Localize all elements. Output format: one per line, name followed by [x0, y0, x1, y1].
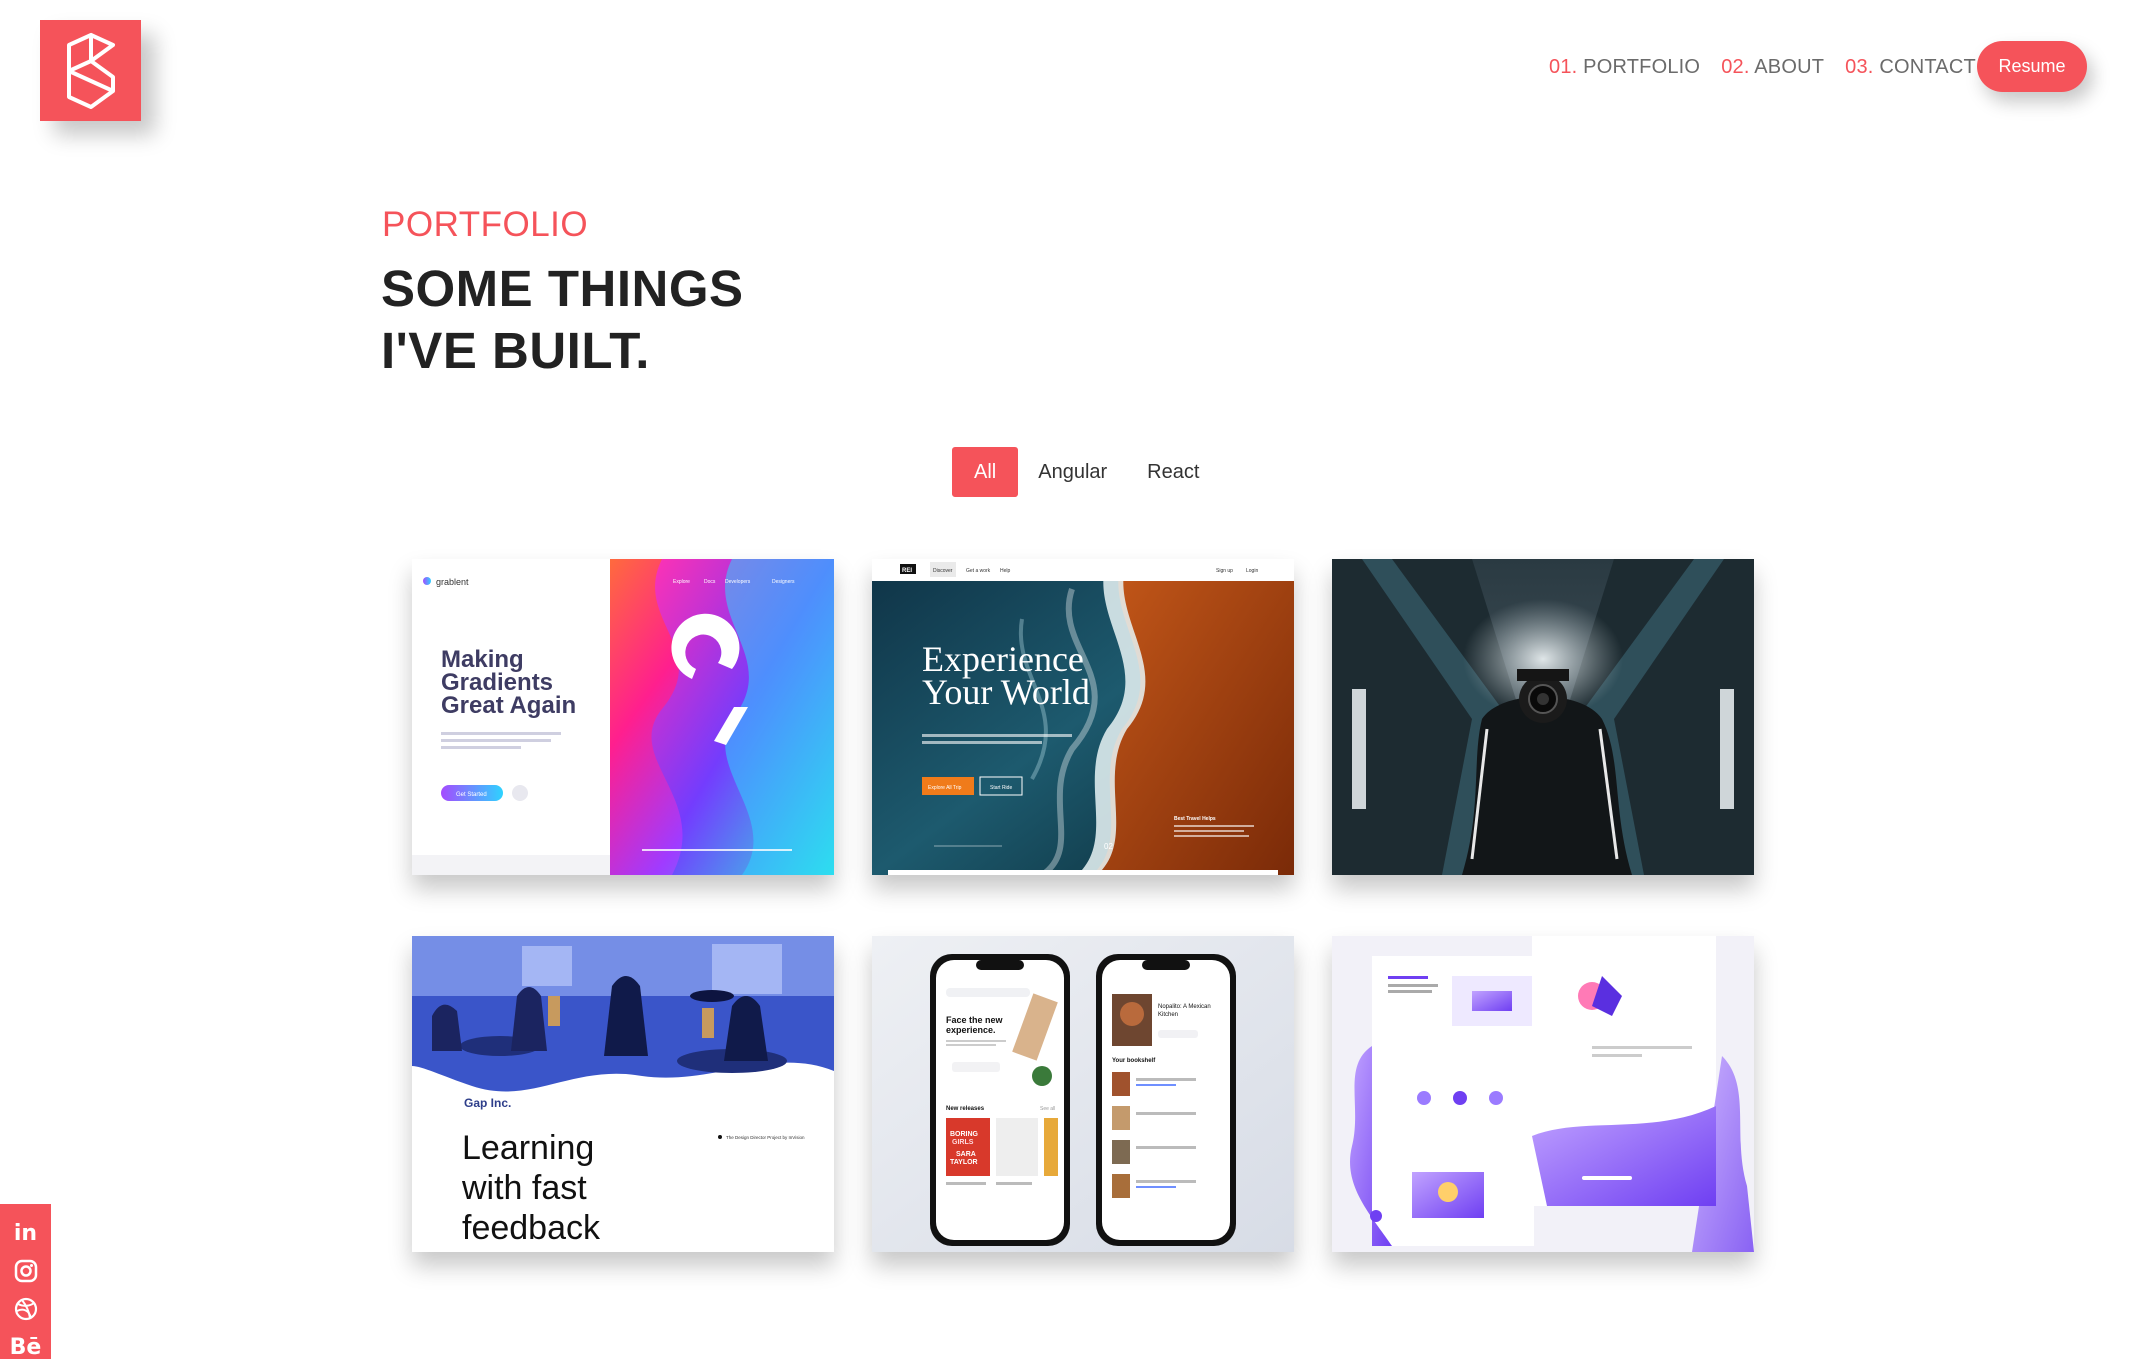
dribbble-icon[interactable]: [11, 1294, 41, 1324]
project-card-grablent[interactable]: grablent Explore Docs Developers Designe…: [412, 559, 834, 875]
portfolio-filters: All Angular React: [952, 447, 1219, 497]
travel-title-2: Your World: [922, 672, 1090, 712]
travel-counter: 02: [1104, 842, 1113, 851]
k-monogram-icon: [66, 32, 115, 109]
gap-title-3: feedback: [462, 1209, 601, 1247]
nav-item-portfolio[interactable]: 01. PORTFOLIO: [1549, 56, 1700, 79]
behance-icon[interactable]: Bē: [9, 1332, 42, 1359]
project-thumbnail: Face the new experience. New releases Se…: [872, 936, 1294, 1252]
nav-item-about[interactable]: 02. ABOUT: [1721, 56, 1824, 79]
project-thumbnail: [1332, 936, 1754, 1252]
travel-cta-2: Start Ride: [990, 785, 1012, 791]
thumb-nav-item: Developers: [725, 579, 751, 585]
resume-button[interactable]: Resume: [1977, 41, 2087, 92]
instagram-glyph: [14, 1259, 37, 1283]
gap-title-2: with fast: [461, 1169, 587, 1207]
thumb-nav-item: Help: [1000, 568, 1011, 574]
behance-label: Bē: [9, 1334, 42, 1359]
thumb-nav-item: Sign up: [1216, 568, 1233, 574]
project-thumbnail: grablent Explore Docs Developers Designe…: [412, 559, 834, 875]
project-card-photographer[interactable]: [1332, 559, 1754, 875]
travel-panel-title: Best Travel Helps: [1174, 816, 1216, 822]
section-headline: SOME THINGS I'VE BUILT.: [381, 258, 744, 382]
grablent-brand: grablent: [436, 577, 469, 587]
thumb-nav-item: Discover: [933, 568, 953, 574]
social-bar: in Bē: [0, 1204, 51, 1359]
book-cover-text: SARA: [956, 1151, 976, 1158]
filter-react[interactable]: React: [1127, 447, 1219, 497]
thumb-nav-item: Explore: [673, 579, 690, 585]
linkedin-icon[interactable]: in: [11, 1218, 41, 1248]
travel-cta-1: Explore All Trip: [928, 785, 962, 791]
thumb-nav-item: Get a work: [966, 568, 991, 574]
nav-item-contact[interactable]: 03. CONTACT: [1845, 56, 1976, 79]
project-card-gap[interactable]: Gap Inc. Learning with fast feedback The…: [412, 936, 834, 1252]
grablent-cta: Get Started: [456, 792, 487, 798]
gap-title-1: Learning: [462, 1129, 594, 1167]
grablent-title-3: Great Again: [441, 692, 576, 719]
books-phone2-title-1: Nopalito: A Mexican: [1158, 1004, 1211, 1010]
book-cover-text: BORING: [950, 1131, 979, 1138]
headline-line-1: SOME THINGS: [381, 260, 744, 317]
project-thumbnail: REI Discover Get a work Help Sign up Log…: [872, 559, 1294, 875]
project-thumbnail: Gap Inc. Learning with fast feedback The…: [412, 936, 834, 1252]
project-thumbnail: [1332, 559, 1754, 875]
linkedin-label: in: [13, 1220, 38, 1246]
gap-note: The Design Director Project by InVision: [726, 1135, 805, 1140]
thumb-nav-item: Login: [1246, 568, 1258, 574]
gap-brand: Gap Inc.: [464, 1096, 511, 1110]
dribbble-glyph: [14, 1297, 37, 1321]
thumb-nav-item: Docs: [704, 579, 716, 585]
filter-all[interactable]: All: [952, 447, 1019, 497]
books-heading-2: experience.: [946, 1025, 996, 1035]
instagram-icon[interactable]: [11, 1256, 41, 1286]
books-section: New releases: [946, 1106, 985, 1112]
books-heading-1: Face the new: [946, 1015, 1004, 1025]
books-phone2-title-2: Kitchen: [1158, 1012, 1178, 1018]
book-cover-text: TAYLOR: [950, 1159, 978, 1166]
rei-logo: REI: [902, 568, 912, 574]
site-logo[interactable]: [40, 20, 141, 121]
section-eyebrow: PORTFOLIO: [382, 205, 589, 244]
project-card-travel[interactable]: REI Discover Get a work Help Sign up Log…: [872, 559, 1294, 875]
books-phone2-section: Your bookshelf: [1112, 1058, 1156, 1064]
headline-line-2: I'VE BUILT.: [381, 322, 650, 379]
book-cover-text: GIRLS: [952, 1139, 974, 1146]
project-card-purple-landing[interactable]: [1332, 936, 1754, 1252]
books-see-all: See all: [1040, 1106, 1055, 1112]
project-card-books[interactable]: Face the new experience. New releases Se…: [872, 936, 1294, 1252]
thumb-nav-item: Designers: [772, 579, 795, 585]
filter-angular[interactable]: Angular: [1018, 447, 1127, 497]
